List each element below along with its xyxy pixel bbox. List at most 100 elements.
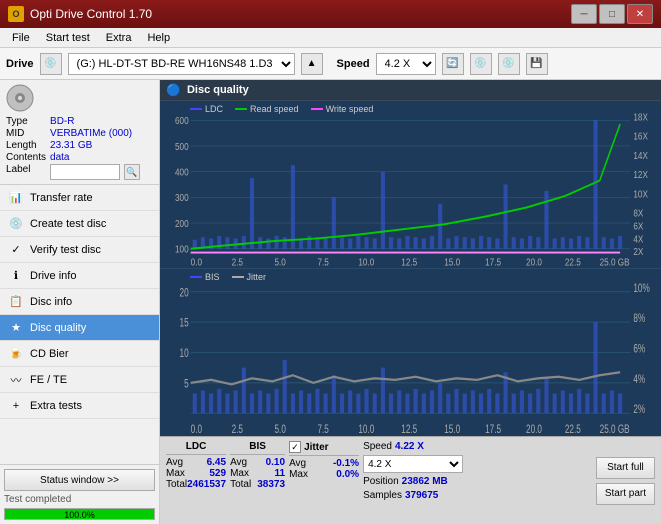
sidebar-item-cd-bier[interactable]: 🍺 CD Bier: [0, 341, 159, 367]
avg-label-1: Avg: [166, 457, 183, 468]
status-window-button[interactable]: Status window >>: [4, 469, 155, 491]
menu-help[interactable]: Help: [139, 30, 178, 46]
bis-total-row: Total 38373: [230, 479, 285, 490]
menu-file[interactable]: File: [4, 30, 38, 46]
drive-icon-btn[interactable]: 💿: [40, 53, 62, 75]
disc-btn2[interactable]: 💿: [498, 53, 520, 75]
avg-label-3: Avg: [289, 458, 306, 469]
fe-te-icon: 〰: [8, 372, 24, 388]
menu-extra[interactable]: Extra: [98, 30, 140, 46]
svg-text:12.5: 12.5: [401, 257, 417, 268]
type-value: BD-R: [50, 116, 153, 127]
svg-text:15.0: 15.0: [444, 257, 460, 268]
svg-text:22.5: 22.5: [565, 424, 581, 436]
max-label-1: Max: [166, 468, 185, 479]
menu-start-test[interactable]: Start test: [38, 30, 98, 46]
app-title: Opti Drive Control 1.70: [30, 7, 571, 21]
sidebar-item-disc-quality[interactable]: ★ Disc quality: [0, 315, 159, 341]
jitter-label: Jitter: [304, 442, 328, 453]
svg-text:300: 300: [175, 192, 189, 203]
start-full-button[interactable]: Start full: [596, 457, 655, 479]
eject-button[interactable]: ▲: [301, 53, 323, 75]
action-buttons: Start full Start part: [596, 441, 655, 520]
sidebar-item-drive-info[interactable]: ℹ Drive info: [0, 263, 159, 289]
quality-header: 🔵 Disc quality: [160, 80, 661, 101]
drive-info-icon: ℹ: [8, 268, 24, 284]
maximize-button[interactable]: □: [599, 4, 625, 24]
drive-select[interactable]: (G:) HL-DT-ST BD-RE WH16NS48 1.D3: [68, 53, 295, 75]
close-button[interactable]: ✕: [627, 4, 653, 24]
jitter-max-row: Max 0.0%: [289, 469, 359, 480]
speed-dropdown[interactable]: 4.2 X: [363, 455, 463, 473]
write-speed-legend-dot: [311, 108, 323, 110]
svg-text:18X: 18X: [633, 111, 648, 122]
svg-text:10%: 10%: [633, 282, 649, 295]
jitter-checkbox[interactable]: ✓: [289, 441, 301, 453]
total-label-1: Total: [166, 479, 187, 490]
label-input[interactable]: [50, 164, 120, 180]
position-row: Position 23862 MB: [363, 476, 463, 487]
ldc-header: LDC: [166, 441, 226, 455]
position-value: 23862 MB: [402, 476, 448, 487]
stats-panel: LDC Avg 6.45 Max 529 Total 2461537 BIS: [160, 436, 661, 524]
app-icon: O: [8, 6, 24, 22]
ldc-max-value: 529: [209, 468, 226, 479]
samples-label: Samples: [363, 490, 402, 501]
save-button[interactable]: 💾: [526, 53, 548, 75]
svg-text:17.5: 17.5: [485, 257, 501, 268]
svg-text:100: 100: [175, 244, 189, 255]
svg-text:400: 400: [175, 167, 189, 178]
bottom-chart-svg: 20 15 10 5 10% 8% 6% 4% 2% 0.0 2.5 5.0 7…: [160, 269, 661, 436]
legend-read-speed: Read speed: [235, 104, 299, 114]
svg-text:7.5: 7.5: [317, 424, 329, 436]
bottom-chart: BIS Jitter 20 15: [160, 269, 661, 436]
length-label: Length: [6, 140, 46, 151]
ldc-total-row: Total 2461537: [166, 479, 226, 490]
samples-value: 379675: [405, 490, 438, 501]
svg-text:2.5: 2.5: [232, 257, 243, 268]
top-chart: LDC Read speed Write speed: [160, 101, 661, 269]
svg-text:17.5: 17.5: [485, 424, 501, 436]
sidebar-item-disc-info[interactable]: 📋 Disc info: [0, 289, 159, 315]
svg-text:16X: 16X: [633, 131, 648, 142]
sidebar-item-verify-test-disc[interactable]: ✓ Verify test disc: [0, 237, 159, 263]
ldc-total-value: 2461537: [187, 479, 226, 490]
speed-row: Speed 4.22 X: [363, 441, 463, 452]
sidebar-item-create-test-disc[interactable]: 💿 Create test disc: [0, 211, 159, 237]
label-search-btn[interactable]: 🔍: [124, 164, 140, 180]
disc-btn1[interactable]: 💿: [470, 53, 492, 75]
svg-text:10: 10: [180, 348, 189, 361]
disc-panel-header: [6, 84, 153, 112]
minimize-button[interactable]: ─: [571, 4, 597, 24]
bis-stats: BIS Avg 0.10 Max 11 Total 38373: [230, 441, 285, 520]
sidebar-item-fe-te[interactable]: 〰 FE / TE: [0, 367, 159, 393]
max-label-3: Max: [289, 469, 308, 480]
read-speed-legend-dot: [235, 108, 247, 110]
speed-select[interactable]: 4.2 X: [376, 53, 436, 75]
ldc-stats: LDC Avg 6.45 Max 529 Total 2461537: [166, 441, 226, 520]
svg-text:500: 500: [175, 141, 189, 152]
svg-text:0.0: 0.0: [191, 257, 202, 268]
charts-area: LDC Read speed Write speed: [160, 101, 661, 436]
nav-items: 📊 Transfer rate 💿 Create test disc ✓ Ver…: [0, 185, 159, 464]
length-value: 23.31 GB: [50, 140, 153, 151]
type-label: Type: [6, 116, 46, 127]
disc-info-icon: 📋: [8, 294, 24, 310]
status-text: Test completed: [4, 494, 155, 505]
refresh-button[interactable]: 🔄: [442, 53, 464, 75]
svg-text:10X: 10X: [633, 188, 648, 199]
disc-panel: Type BD-R MID VERBATIMe (000) Length 23.…: [0, 80, 159, 185]
ldc-legend-label: LDC: [205, 104, 223, 114]
main-content: Type BD-R MID VERBATIMe (000) Length 23.…: [0, 80, 661, 524]
bis-max-row: Max 11: [230, 468, 285, 479]
sidebar-item-extra-tests[interactable]: + Extra tests: [0, 393, 159, 419]
status-area: Status window >> Test completed 100.0%: [0, 464, 159, 524]
sidebar-item-transfer-rate[interactable]: 📊 Transfer rate: [0, 185, 159, 211]
legend-write-speed: Write speed: [311, 104, 374, 114]
jitter-header-row: ✓ Jitter: [289, 441, 359, 456]
svg-text:6X: 6X: [633, 221, 643, 232]
svg-text:200: 200: [175, 218, 189, 229]
start-part-button[interactable]: Start part: [596, 483, 655, 505]
svg-text:2%: 2%: [633, 404, 645, 417]
legend-jitter: Jitter: [232, 272, 267, 282]
